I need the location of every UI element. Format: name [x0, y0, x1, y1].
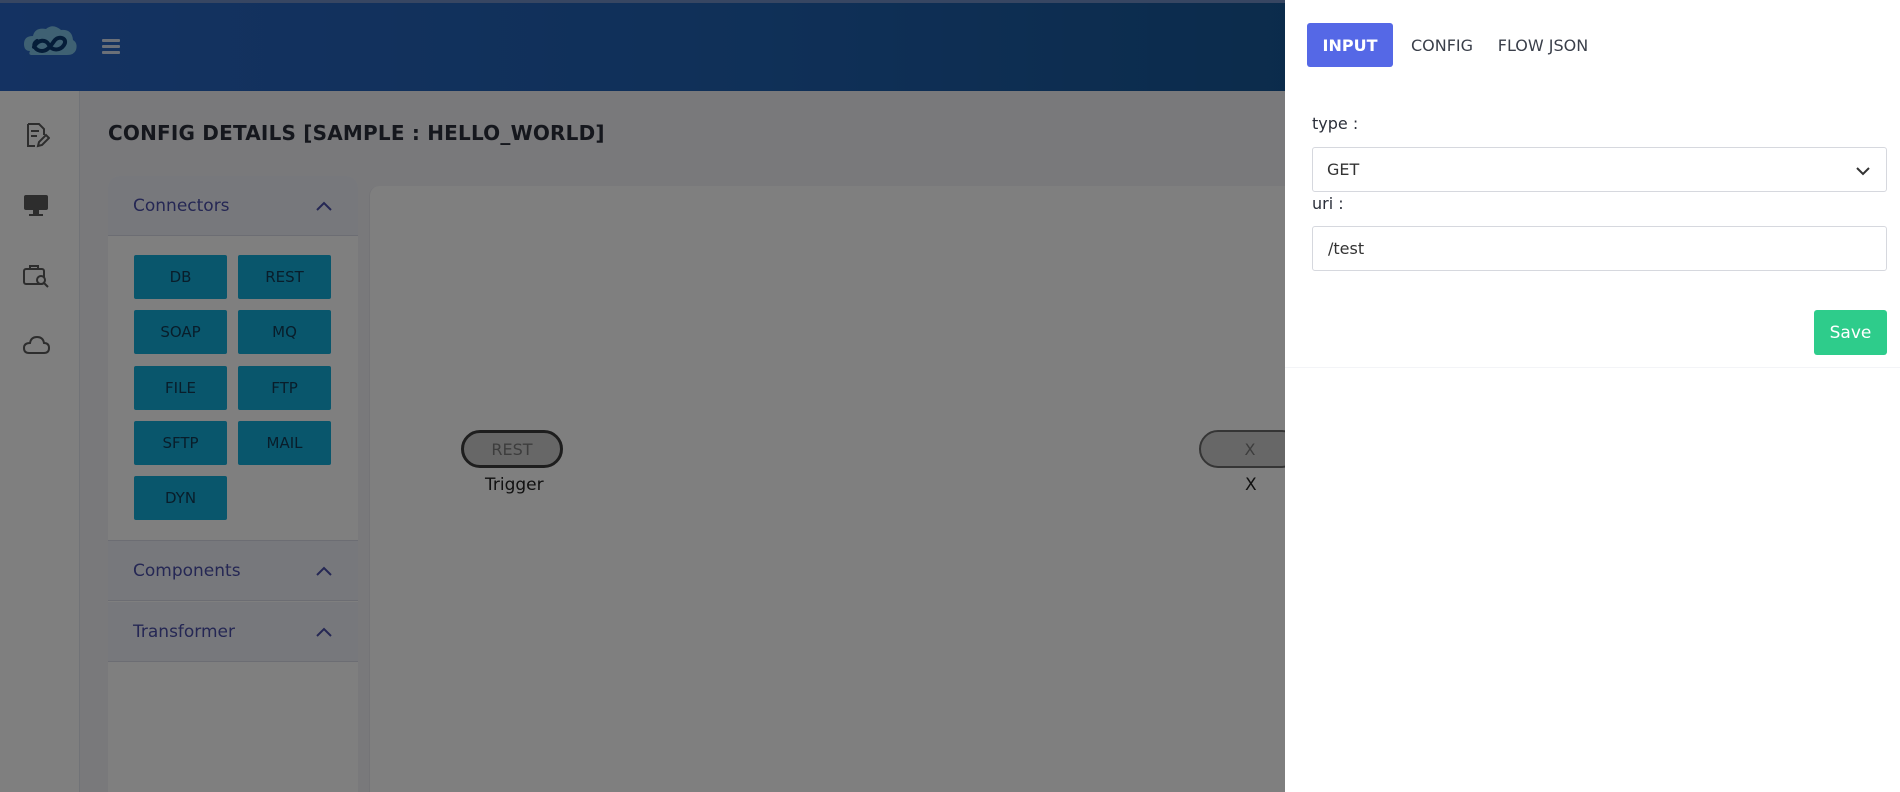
uri-input[interactable]	[1312, 226, 1887, 271]
save-button[interactable]: Save	[1814, 310, 1887, 355]
modal-overlay[interactable]	[0, 0, 1285, 792]
type-select-value: GET	[1327, 160, 1360, 179]
drawer-form: INPUT CONFIG FLOW JSON type : GET uri : …	[1285, 0, 1900, 367]
uri-label: uri :	[1312, 194, 1344, 213]
tab-config[interactable]: CONFIG	[1402, 23, 1482, 67]
config-drawer: INPUT CONFIG FLOW JSON type : GET uri : …	[1285, 0, 1900, 792]
chevron-down-icon	[1856, 167, 1870, 176]
tab-input[interactable]: INPUT	[1307, 23, 1393, 67]
drawer-empty-area	[1285, 367, 1900, 792]
type-select[interactable]: GET	[1312, 147, 1887, 192]
tab-flow-json[interactable]: FLOW JSON	[1490, 23, 1596, 67]
type-label: type :	[1312, 114, 1359, 133]
